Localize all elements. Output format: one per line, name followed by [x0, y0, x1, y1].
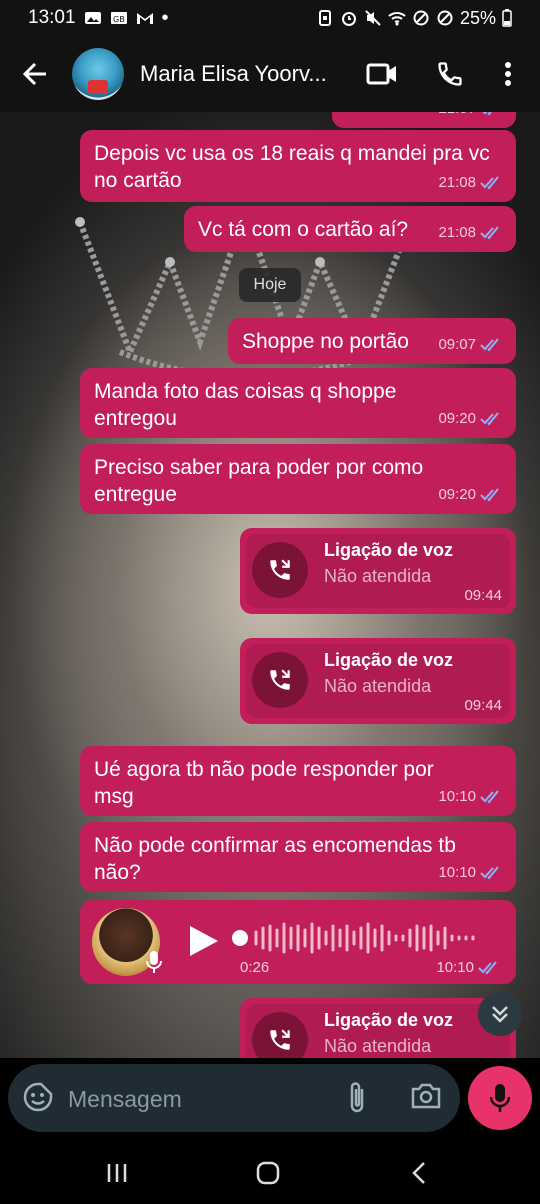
- alarm-icon: [341, 12, 356, 26]
- double-chevron-down-icon: [492, 1006, 508, 1023]
- message-input[interactable]: Mensagem: [68, 1086, 182, 1113]
- sim-icon: GB: [110, 12, 127, 24]
- recents-icon: [107, 1164, 127, 1182]
- missed-call-icon: [270, 559, 290, 580]
- message-input-container[interactable]: Mensagem: [8, 1064, 460, 1132]
- call-time: 09:44: [464, 587, 502, 604]
- message-text: Shoppe no portão: [242, 330, 409, 353]
- contact-avatar[interactable]: [72, 48, 124, 100]
- message-bubble[interactable]: Não pode confirmar as encomendas tb não?…: [80, 822, 516, 892]
- read-ticks-icon: [480, 411, 499, 425]
- video-call-icon: [366, 63, 396, 85]
- home-icon: [256, 1161, 280, 1185]
- message-text: Não pode confirmar as encomendas tb não?: [94, 834, 456, 884]
- back-chevron-icon: [412, 1162, 425, 1184]
- message-time: 09:20: [438, 405, 502, 432]
- wifi-icon: [388, 12, 406, 26]
- battery-icon: [502, 9, 512, 27]
- missed-call-card[interactable]: Ligação de voz Não atendida 09:44: [240, 638, 516, 724]
- svg-text:GB: GB: [113, 15, 125, 24]
- message-bubble[interactable]: Depois vc usa os 18 reais q mandei pra v…: [80, 130, 516, 202]
- gallery-icon: [84, 12, 101, 24]
- mic-small-icon: [146, 951, 162, 973]
- more-options-button[interactable]: [488, 54, 528, 94]
- missed-call-icon: [270, 1029, 290, 1050]
- read-ticks-icon: [480, 487, 499, 501]
- message-text: Vc tá com o cartão aí?: [198, 218, 409, 241]
- missed-call-card[interactable]: Ligação de voz Não atendida: [240, 998, 516, 1058]
- mute-icon: [365, 10, 381, 26]
- message-bubble[interactable]: Vc tá com o cartão aí? 21:08: [184, 206, 516, 252]
- read-ticks-icon: [480, 865, 499, 879]
- composer-bar: Mensagem: [0, 1058, 540, 1138]
- dot-icon: •: [161, 6, 169, 29]
- message-bubble-partial[interactable]: 21:07: [332, 112, 516, 128]
- date-separator: Hoje: [239, 268, 301, 302]
- message-time: 09:20: [438, 481, 502, 508]
- voice-call-button[interactable]: [430, 54, 470, 94]
- read-ticks-icon: [478, 960, 497, 974]
- no-disturb-icon: [413, 10, 429, 26]
- scroll-to-bottom-button[interactable]: [478, 992, 522, 1036]
- contact-name[interactable]: Maria Elisa Yoorv...: [140, 61, 342, 87]
- message-bubble[interactable]: Ué agora tb não pode responder por msg 1…: [80, 746, 516, 816]
- missed-call-card[interactable]: Ligação de voz Não atendida 09:44: [240, 528, 516, 614]
- read-ticks-icon: [480, 337, 499, 351]
- attach-icon[interactable]: [346, 1080, 368, 1116]
- system-nav-bar: [0, 1138, 540, 1204]
- message-bubble[interactable]: Manda foto das coisas q shoppe entregou …: [80, 368, 516, 438]
- read-ticks-icon: [480, 175, 499, 189]
- message-bubble[interactable]: Preciso saber para poder por como entreg…: [80, 444, 516, 514]
- message-time: 09:07: [438, 331, 502, 358]
- message-text: Depois vc usa os 18 reais q mandei pra v…: [94, 142, 490, 192]
- call-status: Não atendida: [324, 676, 432, 696]
- chat-area[interactable]: 21:07 Depois vc usa os 18 reais q mandei…: [0, 112, 540, 1058]
- record-voice-button[interactable]: [468, 1066, 532, 1130]
- more-vert-icon: [505, 62, 511, 86]
- camera-icon[interactable]: [410, 1082, 442, 1110]
- message-time: 10:10: [438, 783, 502, 810]
- call-icon-circle: [252, 542, 308, 598]
- status-bar: 13:01 GB • 25%: [0, 0, 540, 36]
- message-text: Ué agora tb não pode responder por msg: [94, 758, 434, 808]
- message-text: Manda foto das coisas q shoppe entregou: [94, 380, 397, 430]
- back-button[interactable]: [20, 59, 50, 89]
- call-status: Não atendida: [324, 566, 432, 586]
- message-bubble[interactable]: Shoppe no portão 09:07: [228, 318, 516, 364]
- status-time: 13:01: [28, 7, 76, 28]
- home-button[interactable]: [253, 1158, 283, 1188]
- read-ticks-icon: [480, 225, 499, 239]
- battery-percent: 25%: [459, 7, 496, 28]
- voice-duration: 0:26: [240, 959, 270, 976]
- message-time: 10:10: [438, 859, 502, 886]
- message-time: 10:10: [436, 959, 500, 976]
- sticker-emoji-icon[interactable]: [22, 1081, 54, 1113]
- play-icon[interactable]: [188, 924, 220, 958]
- call-icon-circle: [252, 652, 308, 708]
- waveform-slider[interactable]: [232, 920, 482, 956]
- missed-call-icon: [270, 669, 290, 690]
- message-text: Preciso saber para poder por como entreg…: [94, 456, 424, 506]
- call-status: Não atendida: [324, 1036, 432, 1056]
- video-call-button[interactable]: [362, 54, 402, 94]
- message-time: 21:08: [438, 219, 502, 246]
- call-title: Ligação de voz: [324, 650, 454, 670]
- nfc-icon: [318, 10, 331, 26]
- read-ticks-icon: [483, 112, 492, 115]
- recents-button[interactable]: [102, 1158, 132, 1188]
- back-nav-button[interactable]: [404, 1158, 434, 1188]
- call-title: Ligação de voz: [324, 540, 454, 560]
- chat-header: Maria Elisa Yoorv...: [0, 36, 540, 112]
- message-time: 21:07: [438, 112, 502, 122]
- voice-message[interactable]: 0:26 10:10: [80, 900, 516, 984]
- block-icon: [437, 10, 453, 26]
- read-ticks-icon: [480, 789, 499, 803]
- mic-icon: [489, 1084, 511, 1112]
- phone-icon: [438, 62, 462, 86]
- call-title: Ligação de voz: [324, 1010, 454, 1030]
- message-time: 21:08: [438, 169, 502, 196]
- call-time: 09:44: [464, 697, 502, 714]
- gmail-icon: [136, 13, 153, 24]
- back-arrow-icon: [22, 62, 46, 86]
